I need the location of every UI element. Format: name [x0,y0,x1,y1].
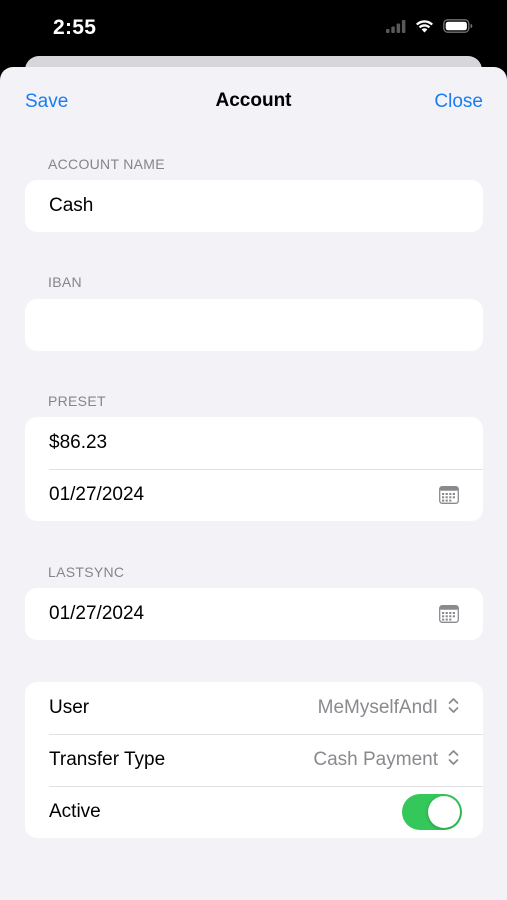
calendar-icon[interactable] [439,486,459,504]
user-value: MeMyselfAndI [317,697,438,718]
status-bar: 2:55 [0,0,507,58]
lastsync-date-value: 01/27/2024 [49,603,145,624]
status-time: 2:55 [53,16,97,39]
transfer-type-picker[interactable]: Cash Payment [313,749,459,772]
lastsync-date-row[interactable]: 01/27/2024 [25,588,483,640]
toggle-knob [428,796,460,828]
iban-row [25,299,483,351]
active-label: Active [49,801,101,822]
chevron-up-down-icon [448,697,459,720]
signal-icon [386,19,406,38]
transfer-type-value: Cash Payment [313,749,438,770]
iban-field[interactable] [49,314,459,336]
section-header-preset: PRESET [48,393,106,409]
page-title: Account [215,90,292,111]
wifi-icon [415,19,434,38]
user-label: User [49,697,90,718]
section-header-iban: IBAN [48,274,82,290]
user-picker-row[interactable]: User MeMyselfAndI [25,682,483,734]
section-header-lastsync: LASTSYNC [48,564,125,580]
navigation-bar: Save Account Close [0,67,507,137]
chevron-up-down-icon [448,749,459,772]
preset-amount-row [25,417,483,469]
section-header-account-name: ACCOUNT NAME [48,156,165,172]
account-name-field[interactable] [49,195,459,217]
preset-date-value: 01/27/2024 [49,484,145,505]
transfer-type-picker-row[interactable]: Transfer Type Cash Payment [25,734,483,786]
account-name-group [25,180,483,232]
iban-group [25,299,483,351]
transfer-type-label: Transfer Type [49,749,166,770]
preset-amount-field[interactable] [49,432,459,454]
active-toggle-row: Active [25,786,483,838]
close-button[interactable]: Close [434,91,483,113]
active-toggle[interactable] [402,794,462,830]
options-group: User MeMyselfAndI Transfer Type Cash Pay… [25,682,483,838]
user-picker[interactable]: MeMyselfAndI [318,697,459,720]
status-icons [386,19,473,38]
account-sheet: Save Account Close ACCOUNT NAME IBAN PRE… [0,67,507,900]
account-name-row [25,180,483,232]
preset-group: 01/27/2024 [25,417,483,521]
lastsync-group: 01/27/2024 [25,588,483,640]
calendar-icon[interactable] [439,605,459,623]
preset-date-row[interactable]: 01/27/2024 [25,469,483,521]
battery-icon [443,19,473,38]
